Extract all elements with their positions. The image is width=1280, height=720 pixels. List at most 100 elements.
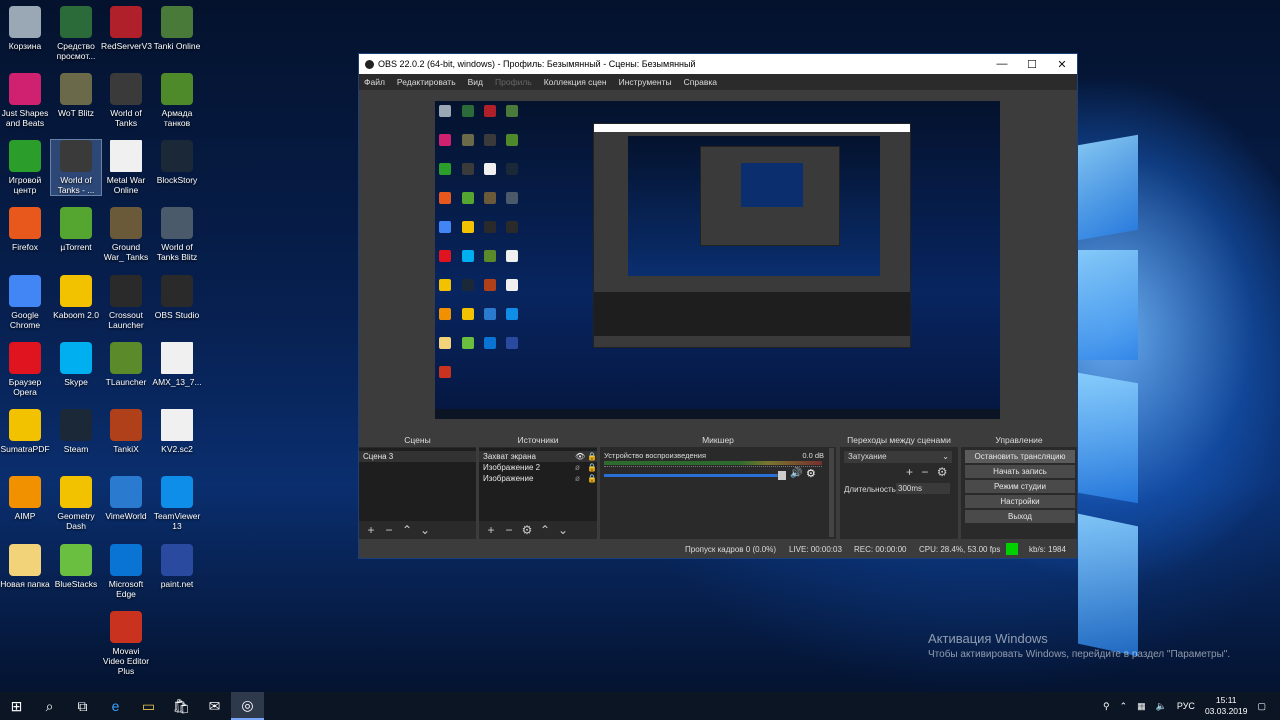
gear-icon[interactable]: ⚙ xyxy=(937,465,948,479)
desktop-icon[interactable]: Steam xyxy=(51,409,101,454)
desktop-icon[interactable]: Корзина xyxy=(0,6,50,51)
desktop-icon[interactable]: TeamViewer 13 xyxy=(152,476,202,531)
desktop-icon[interactable]: Tanki Online xyxy=(152,6,202,51)
source-item[interactable]: Захват экрана 👁 🔒 xyxy=(479,451,597,462)
lock-icon[interactable]: 🔒 xyxy=(587,462,597,473)
desktop-icon[interactable]: Армада танков xyxy=(152,73,202,128)
desktop-icon[interactable]: AMX_13_7... xyxy=(152,342,202,387)
duration-field[interactable]: 300ms xyxy=(896,483,950,494)
eye-icon[interactable]: 👁 xyxy=(575,451,587,462)
volume-icon[interactable]: 🔈 xyxy=(1156,701,1167,712)
menu-edit[interactable]: Редактировать xyxy=(397,77,456,87)
start-recording-button[interactable]: Начать запись xyxy=(965,465,1075,478)
desktop-icon[interactable]: WoT Blitz xyxy=(51,73,101,118)
desktop-icon[interactable]: TLauncher xyxy=(101,342,151,387)
start-button[interactable]: ⊞ xyxy=(0,692,33,720)
desktop-icon[interactable]: Just Shapes and Beats xyxy=(0,73,50,128)
desktop-icon[interactable]: Metal War Online xyxy=(101,140,151,195)
menu-view[interactable]: Вид xyxy=(468,77,483,87)
search-icon[interactable]: ⌕ xyxy=(33,692,66,720)
desktop-icon[interactable]: SumatraPDF xyxy=(0,409,50,454)
volume-slider-handle[interactable] xyxy=(778,471,786,480)
add-transition-button[interactable]: + xyxy=(906,465,913,479)
gear-icon[interactable]: ⚙ xyxy=(520,523,534,537)
desktop-icon[interactable]: Movavi Video Editor Plus xyxy=(101,611,151,676)
lock-icon[interactable]: 🔒 xyxy=(587,451,597,462)
speaker-icon[interactable]: 🔊 xyxy=(790,468,802,479)
desktop-icon[interactable]: AIMP xyxy=(0,476,50,521)
desktop-icon[interactable]: Ground War_ Tanks xyxy=(101,207,151,262)
lock-icon[interactable]: 🔒 xyxy=(587,473,597,484)
close-button[interactable]: ✕ xyxy=(1047,54,1077,74)
remove-source-button[interactable]: − xyxy=(502,523,516,537)
gear-icon[interactable]: ⚙ xyxy=(806,467,816,480)
desktop-icon[interactable]: TankiX xyxy=(101,409,151,454)
desktop-icon[interactable]: Firefox xyxy=(0,207,50,252)
edge-icon[interactable]: e xyxy=(99,692,132,720)
menu-scene-collection[interactable]: Коллекция сцен xyxy=(544,77,607,87)
desktop-icon[interactable]: Crossout Launcher xyxy=(101,275,151,330)
mixer-scrollbar[interactable] xyxy=(829,448,834,537)
desktop-icon[interactable]: RedServerV3 xyxy=(101,6,152,51)
desktop-icon[interactable]: Средство просмот... xyxy=(51,6,101,61)
desktop-icon[interactable]: BlueStacks xyxy=(51,544,101,589)
desktop-icon-label: World of Tanks Blitz xyxy=(156,242,198,262)
minimize-button[interactable]: — xyxy=(987,54,1017,74)
menu-file[interactable]: Файл xyxy=(364,77,385,87)
chevron-up-icon[interactable]: ⌃ xyxy=(1120,701,1128,712)
notifications-icon[interactable]: ▢ xyxy=(1257,701,1266,712)
move-down-icon[interactable]: ⌄ xyxy=(418,523,432,537)
desktop-icon[interactable]: Kaboom 2.0 xyxy=(51,275,101,320)
menu-profile[interactable]: Профиль xyxy=(495,77,532,87)
desktop-icon[interactable]: World of Tanks Blitz xyxy=(152,207,202,262)
people-icon[interactable]: ⚲ xyxy=(1103,701,1110,712)
menu-tools[interactable]: Инструменты xyxy=(619,77,672,87)
task-view-icon[interactable]: ⧉ xyxy=(66,692,99,720)
desktop-icon[interactable]: Новая папка xyxy=(0,544,50,589)
add-source-button[interactable]: + xyxy=(484,523,498,537)
language-indicator[interactable]: РУС xyxy=(1177,701,1195,711)
eye-hidden-icon[interactable]: ø xyxy=(575,473,587,484)
network-icon[interactable]: ▦ xyxy=(1137,701,1146,712)
desktop-icon[interactable]: VimeWorld xyxy=(101,476,151,521)
obs-titlebar[interactable]: OBS 22.0.2 (64-bit, windows) - Профиль: … xyxy=(359,54,1077,74)
mail-icon[interactable]: ✉ xyxy=(198,692,231,720)
obs-window[interactable]: OBS 22.0.2 (64-bit, windows) - Профиль: … xyxy=(358,53,1078,559)
desktop-icon[interactable]: µTorrent xyxy=(51,207,101,252)
desktop-icon[interactable]: Игровой центр xyxy=(0,140,50,195)
store-icon[interactable]: 🛍 xyxy=(165,692,198,720)
stop-stream-button[interactable]: Остановить трансляцию xyxy=(965,450,1075,463)
scene-item[interactable]: Сцена 3 xyxy=(359,451,476,462)
studio-mode-button[interactable]: Режим студии xyxy=(965,480,1075,493)
preview-canvas[interactable] xyxy=(435,101,1000,419)
desktop-icon[interactable]: BlockStory xyxy=(152,140,202,185)
menu-help[interactable]: Справка xyxy=(684,77,717,87)
file-explorer-icon[interactable]: ▭ xyxy=(132,692,165,720)
remove-transition-button[interactable]: − xyxy=(921,465,928,479)
desktop-icon[interactable]: Google Chrome xyxy=(0,275,50,330)
move-up-icon[interactable]: ⌃ xyxy=(538,523,552,537)
add-scene-button[interactable]: + xyxy=(364,523,378,537)
volume-slider[interactable] xyxy=(604,471,786,480)
maximize-button[interactable]: ☐ xyxy=(1017,54,1047,74)
source-item[interactable]: Изображение ø 🔒 xyxy=(479,473,597,484)
remove-scene-button[interactable]: − xyxy=(382,523,396,537)
obs-taskbar-icon[interactable]: ◎ xyxy=(231,692,264,720)
desktop-icon[interactable]: KV2.sc2 xyxy=(152,409,202,454)
desktop-icon[interactable]: Geometry Dash xyxy=(51,476,101,531)
desktop-icon[interactable]: World of Tanks - ... xyxy=(50,139,102,196)
desktop-icon[interactable]: World of Tanks xyxy=(101,73,151,128)
desktop-icon[interactable]: paint.net xyxy=(152,544,202,589)
desktop-icon[interactable]: Skype xyxy=(51,342,101,387)
move-up-icon[interactable]: ⌃ xyxy=(400,523,414,537)
desktop-icon[interactable]: OBS Studio xyxy=(152,275,202,320)
desktop-icon[interactable]: Браузер Opera xyxy=(0,342,50,397)
clock[interactable]: 15:11 03.03.2019 xyxy=(1205,695,1248,717)
settings-button[interactable]: Настройки xyxy=(965,495,1075,508)
move-down-icon[interactable]: ⌄ xyxy=(556,523,570,537)
eye-hidden-icon[interactable]: ø xyxy=(575,462,587,473)
desktop-icon[interactable]: Microsoft Edge xyxy=(101,544,151,599)
exit-button[interactable]: Выход xyxy=(965,510,1075,523)
transition-select[interactable]: Затухание ⌄ xyxy=(844,451,952,463)
source-item[interactable]: Изображение 2 ø 🔒 xyxy=(479,462,597,473)
